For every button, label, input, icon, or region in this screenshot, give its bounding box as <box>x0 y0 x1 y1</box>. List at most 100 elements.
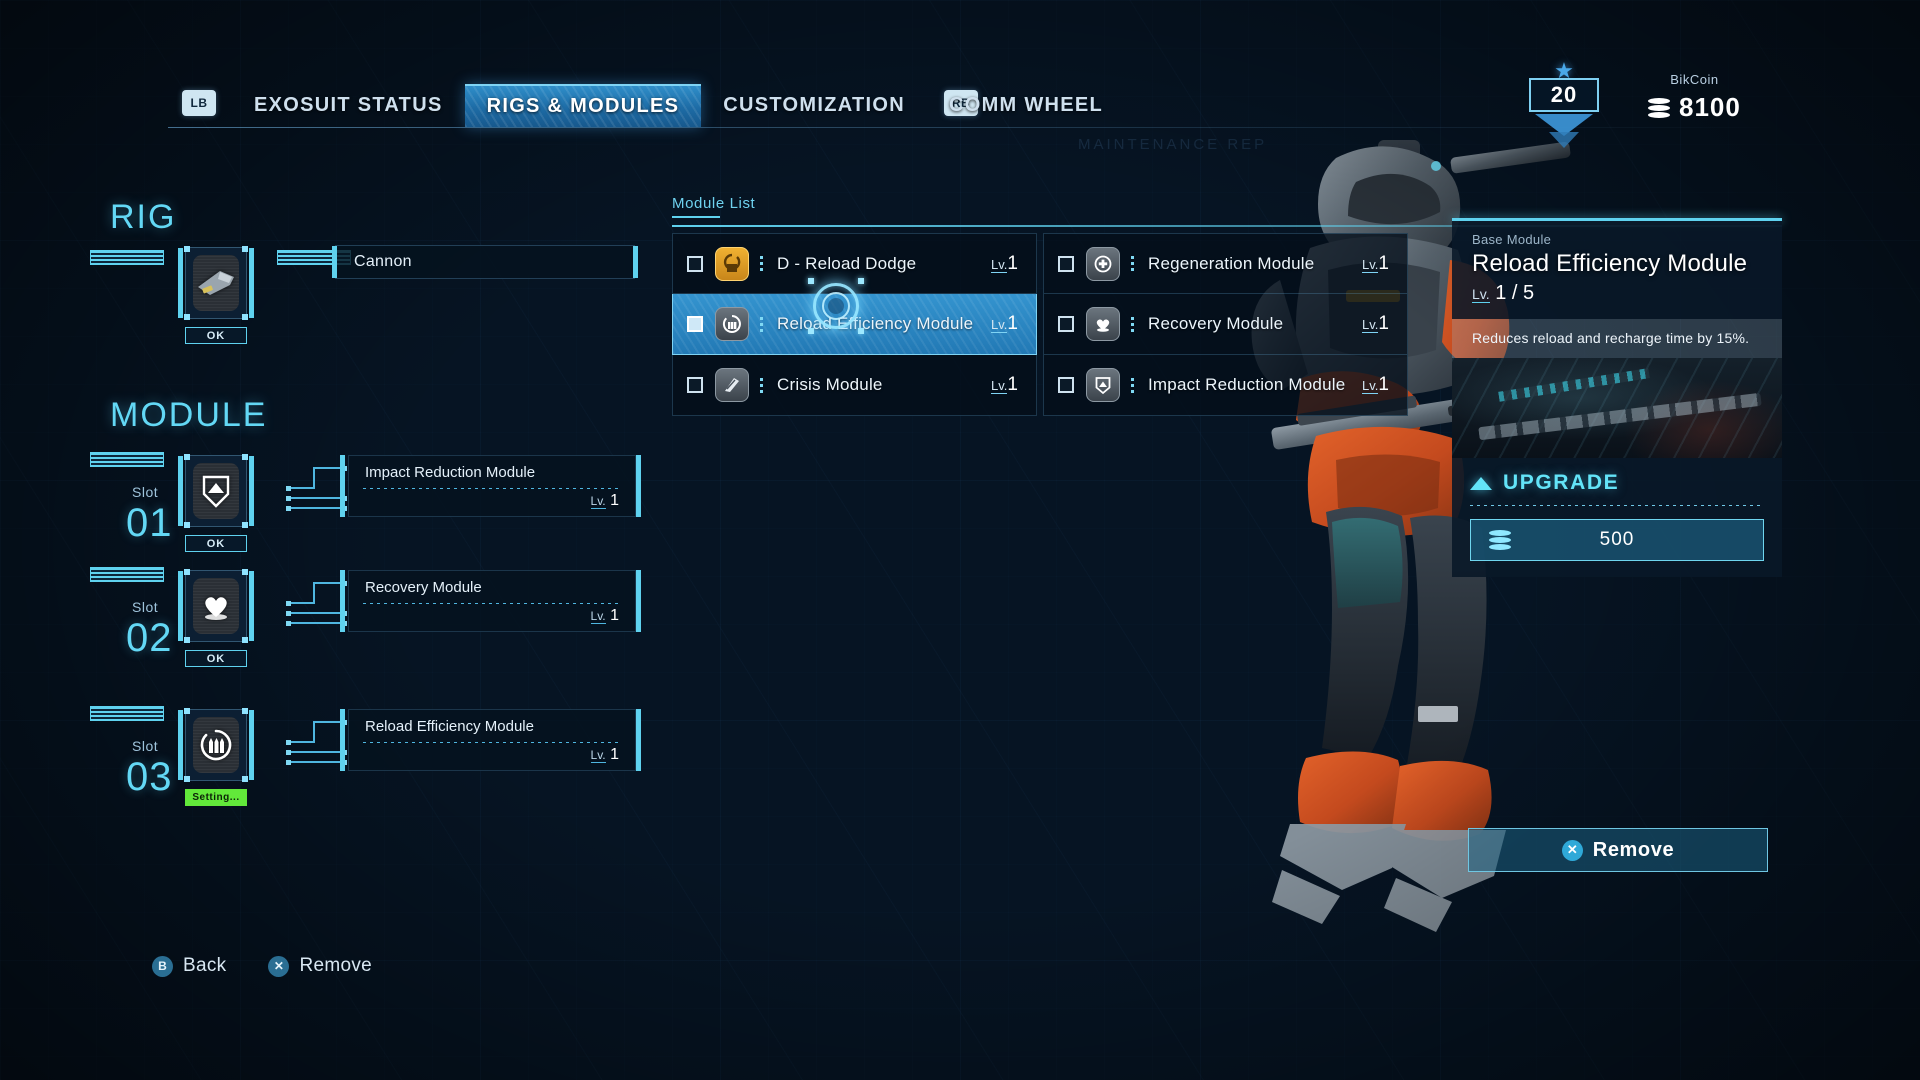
remove-button[interactable]: ✕ Remove <box>1468 828 1768 872</box>
slot-01-level: Lv. 1 <box>590 492 619 509</box>
slot-01-label: Slot <box>132 484 159 500</box>
detail-description: Reduces reload and recharge time by 15%. <box>1452 319 1782 358</box>
close-icon: ✕ <box>1561 839 1583 861</box>
module-detail-panel: Base Module Reload Efficiency Module Lv.… <box>1452 218 1782 577</box>
module-level: Lv.1 <box>991 313 1018 334</box>
slot-02-module-box[interactable]: Recovery Module Lv. 1 <box>348 570 636 632</box>
currency-label: BikCoin <box>1670 72 1719 87</box>
player-level-badge: ★ 20 <box>1525 60 1603 148</box>
drag-dots-icon <box>760 256 763 271</box>
detail-preview-image <box>1452 358 1782 458</box>
slot-01-cap-right <box>636 455 641 517</box>
upgrade-cost-button[interactable]: 500 <box>1470 519 1764 561</box>
detail-level: Lv. 1 / 5 <box>1472 282 1535 304</box>
drag-dots-icon <box>760 316 763 332</box>
rig-name: Cannon <box>354 253 412 270</box>
slot-01-status: OK <box>185 535 247 552</box>
slot-03-level: Lv. 1 <box>590 746 619 763</box>
crisis-icon <box>715 368 749 402</box>
module-list-item[interactable]: Impact Reduction Module Lv.1 <box>1043 355 1408 416</box>
drag-dots-icon <box>1131 377 1134 393</box>
module-checkbox[interactable] <box>687 316 703 332</box>
slot-01-icon[interactable] <box>178 454 254 528</box>
module-checkbox[interactable] <box>1058 255 1074 272</box>
remove-button-label: Remove <box>1592 838 1675 861</box>
upgrade-cost-value: 500 <box>1599 529 1635 550</box>
rig-section-title: RIG <box>110 198 177 236</box>
tab-comm-wheel[interactable]: COMM WHEEL <box>927 85 1125 126</box>
slot-02-icon[interactable] <box>178 569 254 643</box>
module-list-panel: Module List D - Reload Dodge Lv.1 Reload… <box>672 195 1782 416</box>
slot-01-module-box[interactable]: Impact Reduction Module Lv. 1 <box>348 455 636 517</box>
upgrade-label: UPGRADE <box>1503 471 1620 494</box>
module-level: Lv.1 <box>1362 374 1389 395</box>
cursor-reticle <box>808 278 864 334</box>
left-bumper-badge[interactable]: LB <box>182 90 216 116</box>
reload-efficiency-icon <box>193 717 239 773</box>
impact-reduction-icon <box>1086 368 1120 402</box>
drag-dots-icon <box>1131 256 1134 271</box>
slot-03-cap-right <box>636 709 641 771</box>
slot-03-module-name: Reload Efficiency Module <box>365 718 534 735</box>
slot-03-cap-left <box>340 709 345 771</box>
module-level: Lv.1 <box>1362 313 1389 334</box>
rig-name-box[interactable]: Cannon <box>332 245 638 279</box>
module-level: Lv.1 <box>991 374 1018 395</box>
rig-status-badge: OK <box>185 327 247 344</box>
module-list-item[interactable]: Crisis Module Lv.1 <box>672 355 1037 416</box>
module-name: Crisis Module <box>777 375 883 394</box>
currency-value: 8100 <box>1679 92 1741 122</box>
cannon-icon <box>193 255 239 311</box>
upgrade-arrow-icon <box>1470 476 1492 490</box>
regeneration-icon <box>1086 246 1120 281</box>
module-checkbox[interactable] <box>1058 316 1074 332</box>
main-tabs: EXOSUIT STATUS RIGS & MODULES CUSTOMIZAT… <box>232 84 1125 127</box>
slot-03-bar <box>90 706 164 721</box>
slot-03-module-box[interactable]: Reload Efficiency Module Lv. 1 <box>348 709 636 771</box>
drag-dots-icon <box>1131 316 1134 332</box>
module-name: Reload Efficiency Module <box>777 314 974 333</box>
slot-02-bar <box>90 567 164 582</box>
b-button-icon: B <box>152 955 173 977</box>
slot-02-status: OK <box>185 650 247 667</box>
coin-icon <box>1648 97 1670 118</box>
slot-01-cap-left <box>340 455 345 517</box>
detail-module-name: Reload Efficiency Module <box>1472 250 1748 277</box>
impact-reduction-icon <box>193 463 239 519</box>
currency-display: BikCoin 8100 <box>1648 72 1741 123</box>
slot-02-divider <box>363 603 621 604</box>
slot-03-divider <box>363 742 621 743</box>
module-checkbox[interactable] <box>687 377 703 393</box>
reload-dodge-icon <box>715 246 749 281</box>
module-checkbox[interactable] <box>1058 377 1074 393</box>
prompt-remove-label: Remove <box>299 955 373 976</box>
rig-bar-decoration <box>90 250 164 265</box>
reload-efficiency-icon <box>715 307 749 341</box>
slot-02-module-name: Recovery Module <box>365 579 482 596</box>
tab-customization[interactable]: CUSTOMIZATION <box>701 85 927 126</box>
module-checkbox[interactable] <box>687 255 703 272</box>
slot-03-label: Slot <box>132 738 159 754</box>
upgrade-divider <box>1470 505 1764 506</box>
tab-exosuit-status[interactable]: EXOSUIT STATUS <box>232 85 465 126</box>
module-level: Lv.1 <box>1362 252 1389 274</box>
recovery-heart-icon <box>193 578 239 634</box>
drag-dots-icon <box>760 377 763 393</box>
tab-rigs-and-modules[interactable]: RIGS & MODULES <box>464 84 702 127</box>
prompt-back[interactable]: B Back <box>152 955 226 977</box>
recovery-heart-icon <box>1086 307 1120 341</box>
module-list-item[interactable]: Recovery Module Lv.1 <box>1043 294 1408 355</box>
module-level: Lv.1 <box>991 252 1018 274</box>
module-name: Regeneration Module <box>1148 253 1315 273</box>
slot-03-icon[interactable] <box>178 708 254 782</box>
rig-slot-icon[interactable] <box>178 246 254 320</box>
upgrade-section: UPGRADE 500 <box>1452 458 1782 577</box>
module-list-item[interactable]: Regeneration Module Lv.1 <box>1043 233 1408 294</box>
module-section-title: MODULE <box>110 396 268 434</box>
module-list-right-column: Regeneration Module Lv.1 Recovery Module… <box>1043 233 1408 416</box>
slot-03-number: 03 <box>126 755 173 799</box>
detail-header: Base Module Reload Efficiency Module Lv.… <box>1452 221 1782 319</box>
slot-02-cap-left <box>340 570 345 632</box>
prompt-remove[interactable]: ✕ Remove <box>268 955 372 977</box>
slot-01-divider <box>363 488 621 489</box>
